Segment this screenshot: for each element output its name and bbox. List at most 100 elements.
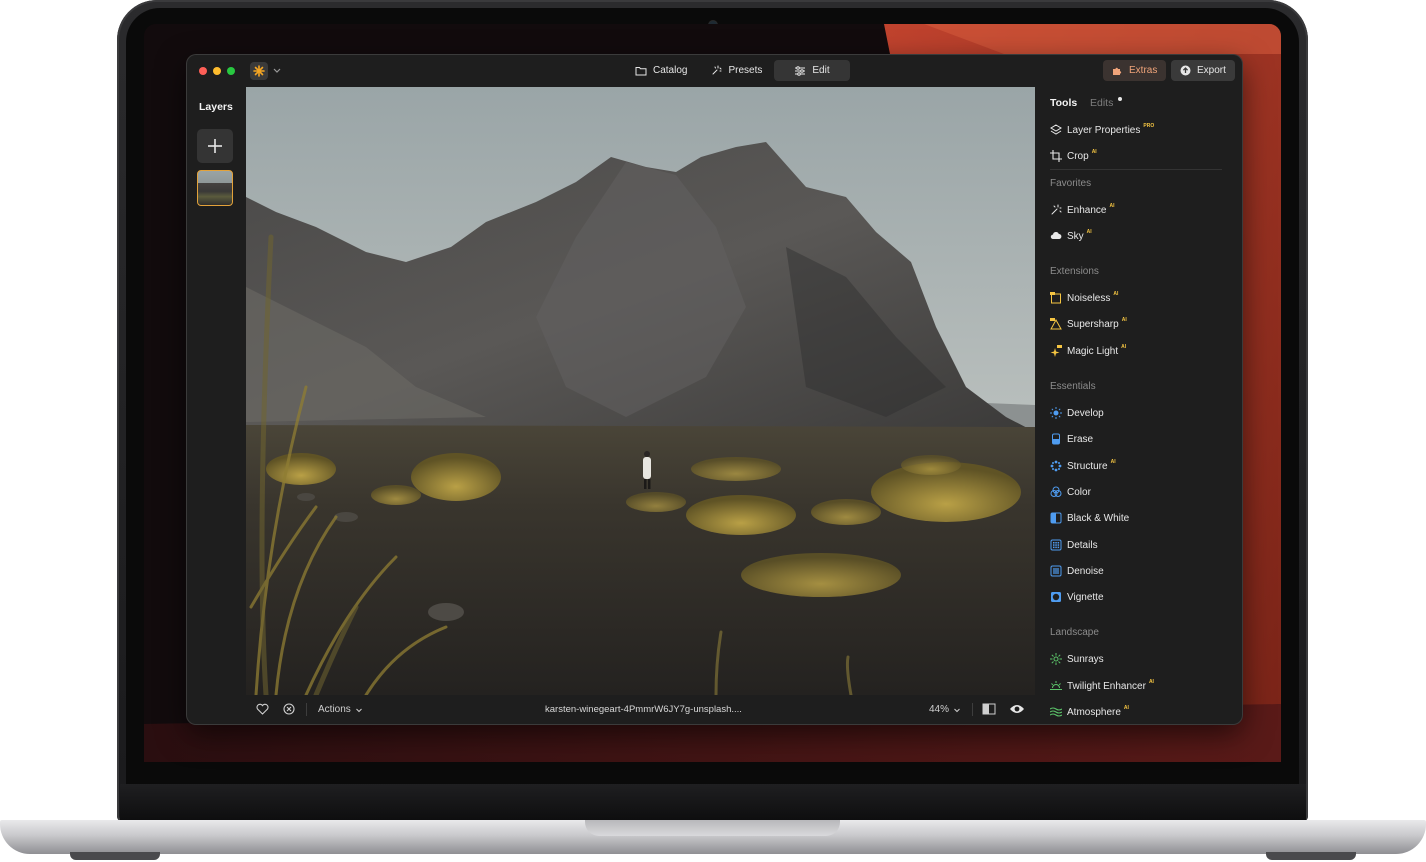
extras-button[interactable]: Extras bbox=[1103, 60, 1167, 81]
tool-label: Enhance bbox=[1067, 204, 1107, 216]
laptop-foot bbox=[70, 852, 160, 860]
laptop-foot bbox=[1266, 852, 1356, 860]
tool-enhance[interactable]: Enhance AI bbox=[1050, 203, 1114, 217]
tool-structure[interactable]: Structure AI bbox=[1050, 459, 1116, 473]
extras-label: Extras bbox=[1129, 65, 1158, 76]
color-icon bbox=[1050, 486, 1062, 497]
ai-badge: AI bbox=[1110, 459, 1116, 465]
details-icon bbox=[1050, 539, 1062, 551]
cloud-icon bbox=[1050, 232, 1062, 239]
photo-canvas[interactable] bbox=[246, 87, 1035, 695]
eraser-icon bbox=[1052, 433, 1060, 445]
tool-label: Magic Light bbox=[1067, 345, 1119, 357]
divider bbox=[1050, 169, 1222, 170]
tool-label: Atmosphere bbox=[1067, 706, 1121, 718]
app-window: Catalog Presets Edit Extras Export Layer… bbox=[187, 55, 1242, 724]
export-button[interactable]: Export bbox=[1171, 60, 1235, 81]
tool-sky[interactable]: Sky AI bbox=[1050, 229, 1092, 243]
tool-develop[interactable]: Develop bbox=[1050, 406, 1104, 420]
tool-label: Sunrays bbox=[1067, 653, 1104, 665]
ai-badge: AI bbox=[1148, 679, 1154, 685]
pro-badge: PRO bbox=[1143, 123, 1155, 129]
tool-label: Noiseless bbox=[1067, 292, 1111, 304]
ai-badge: AI bbox=[1086, 229, 1092, 235]
actions-menu[interactable]: Actions bbox=[318, 704, 363, 715]
tool-label: Black & White bbox=[1067, 512, 1130, 524]
sparkle-icon bbox=[712, 65, 722, 75]
ai-badge: AI bbox=[1123, 705, 1129, 711]
section-landscape: Landscape bbox=[1050, 627, 1099, 638]
tool-denoise[interactable]: Denoise bbox=[1050, 564, 1104, 578]
ai-badge: AI bbox=[1109, 203, 1115, 209]
actions-label: Actions bbox=[318, 704, 351, 715]
zoom-menu[interactable]: 44% bbox=[929, 704, 961, 715]
compare-icon[interactable] bbox=[982, 703, 996, 715]
tab-presets[interactable]: Presets bbox=[699, 60, 774, 81]
bottom-bar: Actions karsten-winegeart-4PmmrW6JY7g-un… bbox=[246, 695, 1035, 724]
tool-layer-properties[interactable]: Layer Properties PRO bbox=[1050, 123, 1154, 137]
reject-icon[interactable] bbox=[283, 703, 295, 715]
ai-badge: AI bbox=[1121, 317, 1127, 323]
tab-presets-label: Presets bbox=[728, 65, 763, 76]
tool-atmosphere[interactable]: Atmosphere AI bbox=[1050, 705, 1129, 719]
export-label: Export bbox=[1197, 65, 1226, 76]
tool-color[interactable]: Color bbox=[1050, 485, 1091, 499]
tool-label: Structure bbox=[1067, 460, 1108, 472]
laptop-chin bbox=[120, 784, 1306, 820]
upload-icon bbox=[1180, 65, 1191, 76]
tab-edit[interactable]: Edit bbox=[774, 60, 850, 81]
layers-title: Layers bbox=[199, 101, 233, 113]
tab-edits[interactable]: Edits bbox=[1090, 97, 1113, 109]
zoom-window-button[interactable] bbox=[227, 67, 235, 75]
close-window-button[interactable] bbox=[199, 67, 207, 75]
landscape-photo bbox=[246, 87, 1035, 695]
tool-noiseless[interactable]: Noiseless AI bbox=[1050, 291, 1118, 305]
tool-label: Details bbox=[1067, 539, 1098, 551]
sunrays-icon bbox=[1050, 653, 1062, 665]
plus-icon bbox=[208, 139, 222, 153]
section-essentials: Essentials bbox=[1050, 381, 1096, 392]
filename: karsten-winegeart-4PmmrW6JY7g-unsplash..… bbox=[545, 704, 742, 715]
tool-label: Develop bbox=[1067, 407, 1104, 419]
add-layer-button[interactable] bbox=[197, 129, 233, 163]
tool-label: Layer Properties bbox=[1067, 124, 1141, 136]
chevron-down-icon bbox=[954, 708, 960, 712]
tool-vignette[interactable]: Vignette bbox=[1050, 590, 1104, 604]
tab-catalog-label: Catalog bbox=[653, 65, 688, 76]
denoise-icon bbox=[1050, 565, 1062, 577]
tool-erase[interactable]: Erase bbox=[1050, 432, 1093, 446]
tab-tools[interactable]: Tools bbox=[1050, 97, 1077, 109]
tool-details[interactable]: Details bbox=[1050, 538, 1098, 552]
app-menu-button[interactable] bbox=[250, 62, 268, 80]
magic-light-icon bbox=[1050, 345, 1062, 357]
crop-icon bbox=[1050, 150, 1062, 162]
eye-icon[interactable] bbox=[1009, 703, 1025, 715]
tool-magic-light[interactable]: Magic Light AI bbox=[1050, 344, 1126, 358]
folder-icon bbox=[635, 66, 647, 75]
section-extensions: Extensions bbox=[1050, 266, 1099, 277]
ai-badge: AI bbox=[1091, 149, 1097, 155]
laptop-notch bbox=[585, 820, 840, 836]
app-logo-icon bbox=[253, 65, 265, 77]
tool-black-white[interactable]: Black & White bbox=[1050, 511, 1129, 525]
tab-catalog[interactable]: Catalog bbox=[623, 60, 699, 81]
zoom-level: 44% bbox=[929, 704, 950, 715]
tool-supersharp[interactable]: Supersharp AI bbox=[1050, 317, 1127, 331]
vignette-icon bbox=[1051, 592, 1061, 602]
tool-label: Vignette bbox=[1067, 591, 1104, 603]
heart-icon[interactable] bbox=[256, 703, 269, 715]
minimize-window-button[interactable] bbox=[213, 67, 221, 75]
tool-twilight-enhancer[interactable]: Twilight Enhancer AI bbox=[1050, 679, 1154, 693]
tool-label: Color bbox=[1067, 486, 1091, 498]
title-bar: Catalog Presets Edit Extras Export bbox=[187, 55, 1242, 86]
tool-sunrays[interactable]: Sunrays bbox=[1050, 652, 1104, 666]
noiseless-icon bbox=[1050, 292, 1061, 304]
sun-icon bbox=[1050, 407, 1062, 419]
tool-label: Crop bbox=[1067, 150, 1089, 162]
supersharp-icon bbox=[1050, 318, 1062, 330]
chevron-down-icon[interactable] bbox=[272, 64, 282, 76]
layer-thumbnail[interactable] bbox=[197, 170, 233, 206]
bw-icon bbox=[1050, 512, 1062, 524]
tool-crop[interactable]: Crop AI bbox=[1050, 149, 1097, 163]
chevron-down-icon bbox=[355, 708, 362, 712]
